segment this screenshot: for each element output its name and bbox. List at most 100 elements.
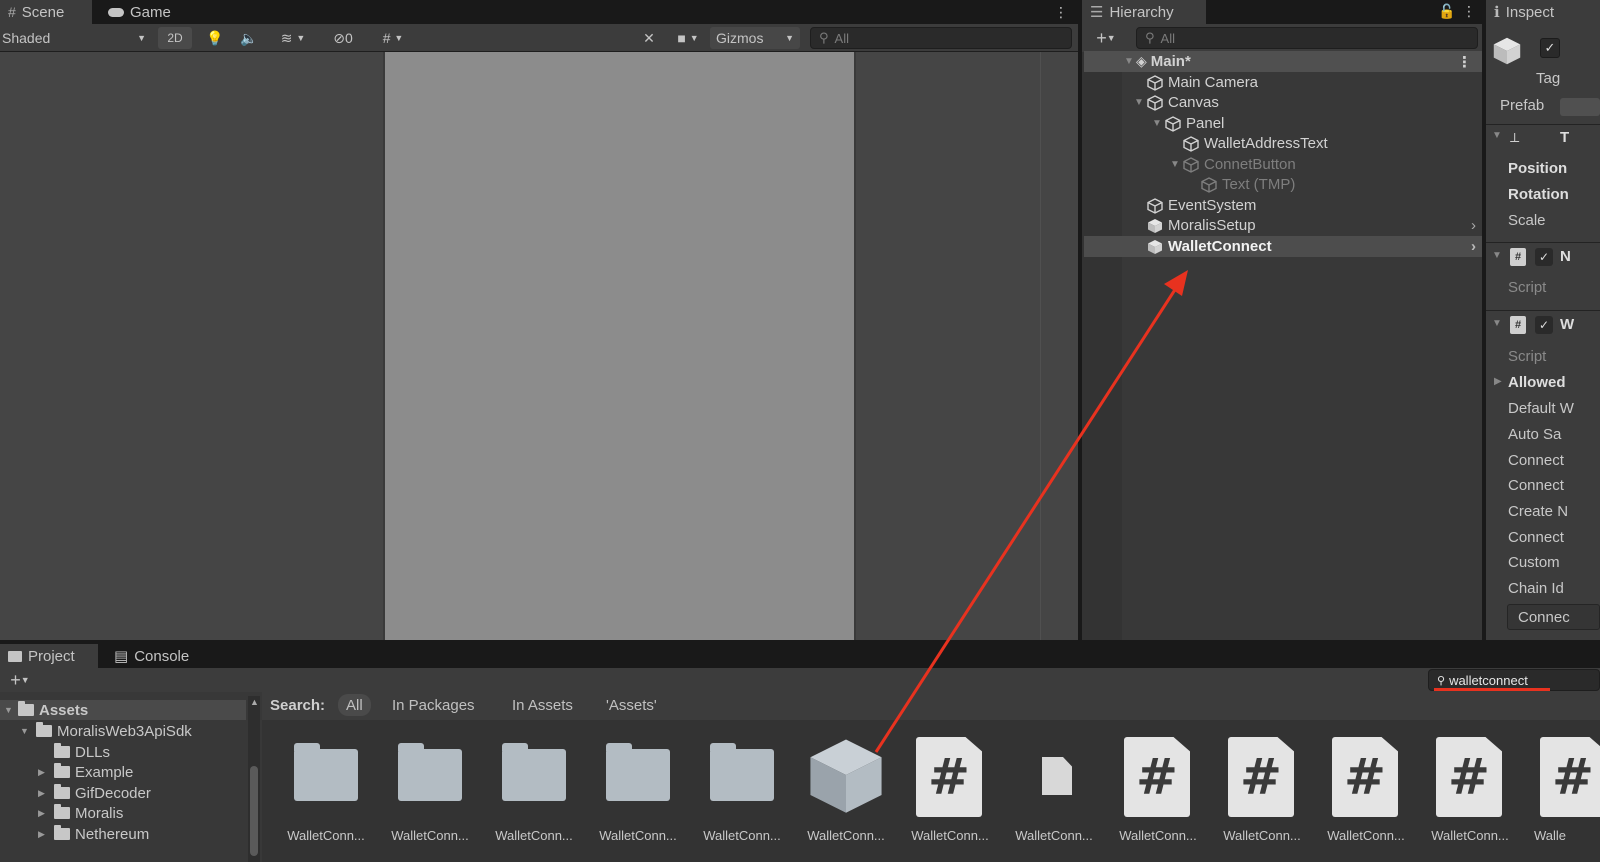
folder-icon [54, 784, 70, 799]
hierarchy-more-icon[interactable]: ⋮ [1462, 3, 1476, 20]
expand-arrow-icon[interactable]: ▼ [4, 705, 18, 715]
grid-dropdown[interactable]: # ▼ [368, 27, 418, 49]
asset-item-prefab[interactable]: WalletConn... [794, 735, 898, 845]
filter-all[interactable]: All [338, 694, 371, 716]
csharp-script-icon: # [1332, 737, 1398, 817]
create-dropdown[interactable]: + ▼ [1086, 27, 1126, 49]
asset-item-script[interactable]: # WalletConn... [1418, 735, 1522, 845]
hierarchy-item-text-tmp[interactable]: Text (TMP) [1084, 174, 1482, 195]
filter-assets-folder[interactable]: 'Assets' [598, 693, 665, 717]
tree-item-gifdecoder[interactable]: ▶ GifDecoder [38, 783, 151, 803]
expand-arrow-icon[interactable]: ▶ [38, 829, 54, 840]
tree-item-dlls[interactable]: DLLs [54, 742, 110, 762]
active-checkbox[interactable]: ✓ [1540, 38, 1560, 58]
camera-icon: ■ [677, 30, 686, 46]
folder-icon [294, 743, 358, 801]
expand-arrow-icon[interactable]: ▼ [1492, 130, 1502, 141]
info-icon: ℹ [1494, 4, 1500, 21]
tab-scene[interactable]: # Scene [0, 0, 92, 24]
gameobject-icon [1147, 74, 1163, 91]
console-icon: ▤ [114, 648, 129, 665]
hierarchy-item-moralissetup[interactable]: MoralisSetup › [1084, 215, 1482, 236]
tree-scrollbar[interactable] [248, 696, 260, 862]
camera-dropdown[interactable]: ■ ▼ [668, 27, 708, 49]
shading-mode-dropdown[interactable]: Shaded ▼ [0, 27, 150, 49]
lighting-icon[interactable]: 💡 [202, 27, 228, 49]
tab-console[interactable]: ▤ Console [106, 644, 206, 668]
gameobject-icon [1147, 197, 1163, 214]
hidden-objects-toggle[interactable]: ⊘ 0 [324, 27, 362, 49]
asset-item-script[interactable]: # WalletConn... [898, 735, 1002, 845]
expand-arrow-icon[interactable]: ▼ [1492, 250, 1502, 261]
asset-item-script[interactable]: # WalletConn... [1210, 735, 1314, 845]
canvas-rect [383, 52, 856, 640]
hierarchy-item-label: Main Camera [1168, 74, 1259, 91]
tree-item-example[interactable]: ▶ Example [38, 762, 133, 782]
filter-in-assets[interactable]: In Assets [504, 693, 581, 717]
expand-arrow-icon[interactable]: ▶ [38, 788, 54, 799]
hierarchy-item-panel[interactable]: ▼ Panel [1084, 113, 1482, 134]
hierarchy-scene-row[interactable]: ▼ ◈ Main* ⋮ [1084, 51, 1482, 72]
unity-scene-icon: ◈ [1136, 53, 1147, 69]
effects-dropdown[interactable]: ≋ ▼ [268, 27, 318, 49]
transform-header[interactable]: T [1560, 129, 1569, 146]
expand-arrow-icon[interactable]: ▼ [1168, 159, 1182, 170]
component1-header[interactable]: N [1560, 248, 1571, 265]
lock-icon[interactable]: 🔓 [1438, 3, 1455, 20]
audio-icon[interactable]: 🔈 [236, 27, 262, 49]
expand-arrow-icon[interactable]: ▼ [20, 726, 36, 736]
chevron-right-icon[interactable]: › [1471, 238, 1476, 255]
tree-item-nethereum[interactable]: ▶ Nethereum [38, 824, 149, 844]
expand-arrow-icon[interactable]: ▼ [1492, 318, 1502, 329]
tab-hierarchy[interactable]: ☰ Hierarchy [1082, 0, 1206, 24]
hierarchy-item-connetbutton[interactable]: ▼ ConnetButton [1084, 154, 1482, 175]
asset-label: WalletConn... [495, 828, 573, 843]
layers-icon: ≋ [280, 29, 293, 46]
hierarchy-search-input[interactable]: ⚲ All [1136, 27, 1478, 49]
tree-item-moralisweb3apisdk[interactable]: ▼ MoralisWeb3ApiSdk [20, 721, 192, 741]
component-enabled-checkbox[interactable]: ✓ [1535, 248, 1553, 266]
hierarchy-item-main-camera[interactable]: Main Camera [1084, 72, 1482, 93]
expand-arrow-icon[interactable]: ▼ [1122, 56, 1136, 67]
hierarchy-item-walletaddresstext[interactable]: WalletAddressText [1084, 133, 1482, 154]
scene-search-input[interactable]: ⚲ All [810, 27, 1072, 49]
tab-inspector[interactable]: ℹ Inspect [1486, 0, 1600, 24]
asset-item-folder[interactable]: WalletConn... [378, 735, 482, 845]
scene-more-icon[interactable]: ⋮ [1457, 53, 1472, 71]
gizmos-dropdown[interactable]: Gizmos ▼ [710, 27, 800, 49]
expand-arrow-icon[interactable]: ▼ [1132, 97, 1146, 108]
hierarchy-item-canvas[interactable]: ▼ Canvas [1084, 92, 1482, 113]
asset-item-folder[interactable]: WalletConn... [482, 735, 586, 845]
chevron-right-icon[interactable]: › [1471, 217, 1476, 234]
hierarchy-item-walletconnect[interactable]: WalletConnect › [1084, 236, 1482, 257]
asset-item-file[interactable]: WalletConn... [1002, 735, 1106, 845]
asset-item-folder[interactable]: WalletConn... [586, 735, 690, 845]
tools-icon[interactable]: ✕ [636, 27, 662, 49]
component2-header[interactable]: W [1560, 316, 1574, 333]
prefab-open-button[interactable] [1560, 98, 1600, 116]
expand-arrow-icon[interactable]: ▶ [38, 808, 54, 819]
asset-item-folder[interactable]: WalletConn... [274, 735, 378, 845]
hierarchy-item-eventsystem[interactable]: EventSystem [1084, 195, 1482, 216]
expand-arrow-icon[interactable]: ▶ [38, 767, 54, 778]
asset-item-script[interactable]: # WalletConn... [1106, 735, 1210, 845]
tab-project[interactable]: Project [0, 644, 98, 668]
connect-button-field[interactable]: Connec [1507, 604, 1600, 630]
asset-item-folder[interactable]: WalletConn... [690, 735, 794, 845]
asset-item-script[interactable]: # Walle [1522, 735, 1600, 845]
scroll-up-icon[interactable]: ▲ [250, 697, 259, 707]
tree-item-moralis[interactable]: ▶ Moralis [38, 803, 123, 823]
default-label: Default W [1508, 400, 1574, 417]
component-enabled-checkbox[interactable]: ✓ [1535, 316, 1553, 334]
scene-more-icon[interactable]: ⋮ [1054, 4, 1068, 21]
expand-arrow-icon[interactable]: ▼ [1150, 118, 1164, 129]
allowed-label[interactable]: Allowed [1508, 374, 1566, 391]
tree-item-assets[interactable]: ▼ Assets [4, 700, 88, 720]
tab-game[interactable]: Game [100, 0, 180, 24]
expand-arrow-icon[interactable]: ▶ [1494, 376, 1502, 387]
toggle-2d-button[interactable]: 2D [158, 27, 192, 49]
filter-in-packages[interactable]: In Packages [384, 693, 483, 717]
project-create-dropdown[interactable]: + ▼ [2, 669, 38, 691]
hidden-count: 0 [344, 30, 353, 46]
asset-item-script[interactable]: # WalletConn... [1314, 735, 1418, 845]
